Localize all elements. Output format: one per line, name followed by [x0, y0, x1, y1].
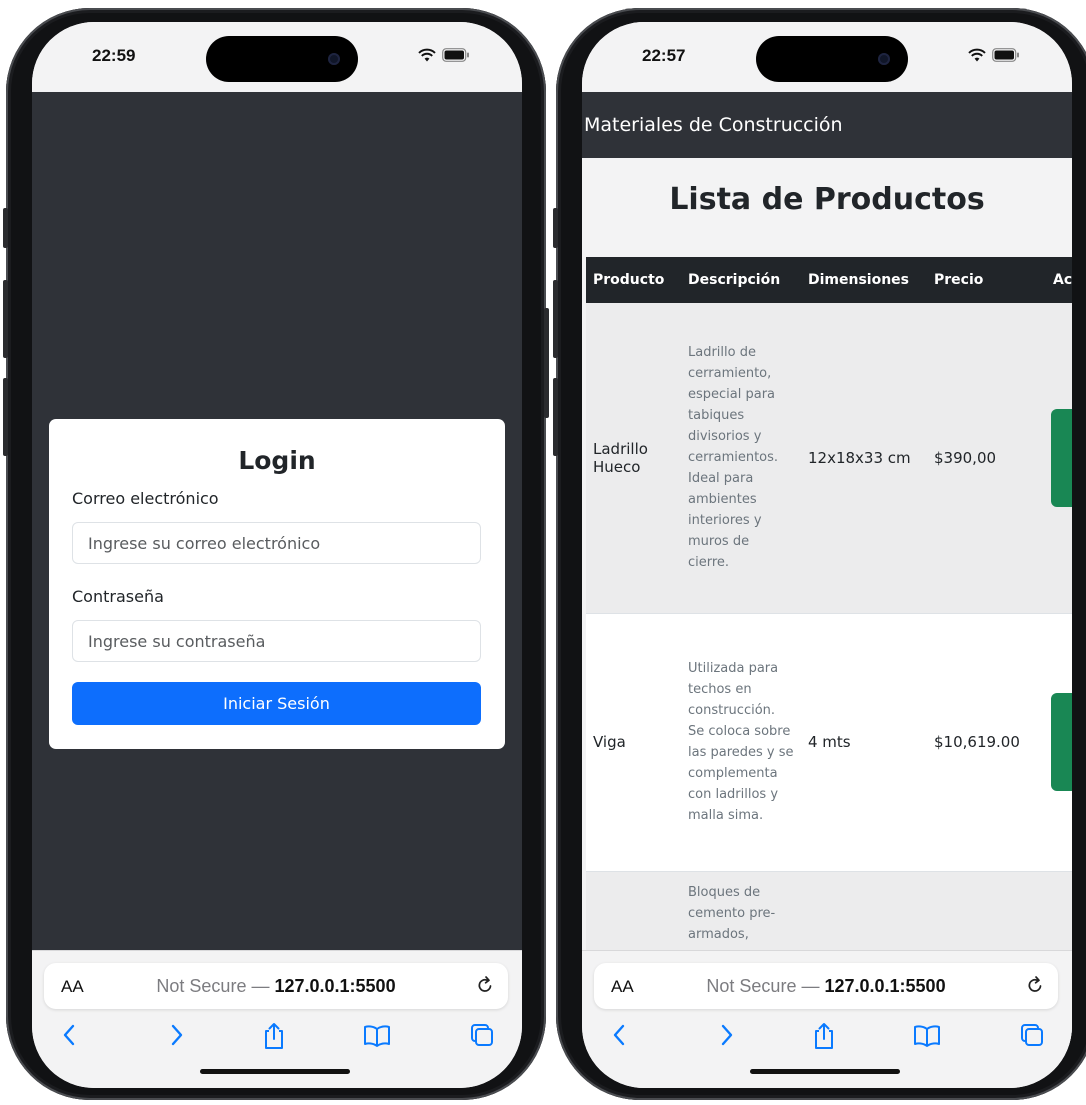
address-bar[interactable]: AA Not Secure — 127.0.0.1:5500 [594, 963, 1058, 1009]
email-label: Correo electrónico [72, 489, 219, 508]
cell-producto: Viga [586, 613, 681, 872]
screen: 22:57 Materiales de Construcción Lista d… [582, 22, 1072, 1088]
status-time: 22:57 [642, 46, 686, 65]
power-button [544, 308, 549, 418]
tabs-icon[interactable] [468, 1021, 496, 1049]
table-row: Viga Utilizada para techos en construcci… [586, 613, 1072, 872]
safari-bar: AA Not Secure — 127.0.0.1:5500 [582, 950, 1072, 1088]
action-button [3, 208, 8, 248]
back-icon[interactable] [608, 1021, 632, 1049]
browser-toolbar [32, 1021, 522, 1061]
dynamic-island [756, 36, 908, 82]
phone-left: 22:59 Login Correo electrónico Ingrese s… [3, 8, 549, 1100]
cell-precio: $10,619.00 [927, 613, 1046, 872]
share-icon[interactable] [810, 1021, 838, 1051]
not-secure-label: Not Secure — [706, 976, 820, 996]
share-icon[interactable] [260, 1021, 288, 1051]
url-host: 127.0.0.1:5500 [274, 976, 396, 996]
volume-down-button [3, 378, 8, 456]
login-button[interactable]: Iniciar Sesión [72, 682, 481, 725]
phone-right: 22:57 Materiales de Construcción Lista d… [553, 8, 1086, 1100]
page-background: Login Correo electrónico Contraseña Inic… [32, 92, 522, 950]
cell-producto: Ladrillo Hueco [586, 303, 681, 614]
screen: 22:59 Login Correo electrónico Ingrese s… [32, 22, 522, 1088]
wifi-icon [968, 48, 986, 62]
volume-down-button [553, 378, 558, 456]
password-label: Contraseña [72, 587, 164, 606]
action-button [553, 208, 558, 248]
cell-descripcion: Utilizada para techos en construcción. S… [681, 613, 801, 872]
cell-precio: $390,00 [927, 303, 1046, 614]
login-title: Login [238, 446, 316, 475]
wifi-icon [418, 48, 436, 62]
forward-icon[interactable] [164, 1021, 188, 1049]
cell-dimensiones: 4 mts [801, 613, 927, 872]
home-indicator [750, 1069, 900, 1074]
dynamic-island [206, 36, 358, 82]
column-header-precio: Precio [927, 257, 1046, 303]
cell-acciones [1046, 303, 1072, 614]
address-bar[interactable]: AA Not Secure — 127.0.0.1:5500 [44, 963, 508, 1009]
table-row: Ladrillo Hueco Ladrillo de cerramiento, … [586, 303, 1072, 614]
password-field[interactable] [72, 620, 481, 662]
email-field[interactable] [72, 522, 481, 564]
back-icon[interactable] [58, 1021, 82, 1049]
cell-dimensiones: 12x18x33 cm [801, 303, 927, 614]
column-header-producto: Producto [586, 257, 681, 303]
volume-up-button [3, 280, 8, 358]
cell-descripcion: Ladrillo de cerramiento, especial para t… [681, 303, 801, 614]
reload-icon[interactable] [1024, 974, 1046, 996]
status-bar: 22:57 [582, 22, 1072, 92]
battery-icon [992, 48, 1019, 62]
browser-toolbar [582, 1021, 1072, 1061]
bookmarks-icon[interactable] [912, 1021, 942, 1049]
bookmarks-icon[interactable] [362, 1021, 392, 1049]
status-time: 22:59 [92, 46, 136, 65]
forward-icon[interactable] [714, 1021, 738, 1049]
safari-bar: AA Not Secure — 127.0.0.1:5500 [32, 950, 522, 1088]
home-indicator [200, 1069, 350, 1074]
volume-up-button [553, 280, 558, 358]
url-host: 127.0.0.1:5500 [824, 976, 946, 996]
page-title: Lista de Productos [669, 182, 985, 217]
action-button[interactable] [1051, 408, 1072, 507]
url-display: Not Secure — 127.0.0.1:5500 [44, 976, 508, 997]
navbar-brand[interactable]: Materiales de Construcción [584, 114, 843, 136]
battery-icon [442, 48, 469, 62]
not-secure-label: Not Secure — [156, 976, 270, 996]
cell-acciones [1046, 613, 1072, 872]
reload-icon[interactable] [474, 974, 496, 996]
login-card: Login Correo electrónico Contraseña Inic… [49, 419, 505, 749]
column-header-acciones: Ac [1046, 257, 1072, 303]
tabs-icon[interactable] [1018, 1021, 1046, 1049]
column-header-dimensiones: Dimensiones [801, 257, 927, 303]
column-header-descripcion: Descripción [681, 257, 801, 303]
status-bar: 22:59 [32, 22, 522, 92]
navbar: Materiales de Construcción [582, 92, 1072, 158]
action-button[interactable] [1051, 693, 1072, 791]
url-display: Not Secure — 127.0.0.1:5500 [594, 976, 1058, 997]
